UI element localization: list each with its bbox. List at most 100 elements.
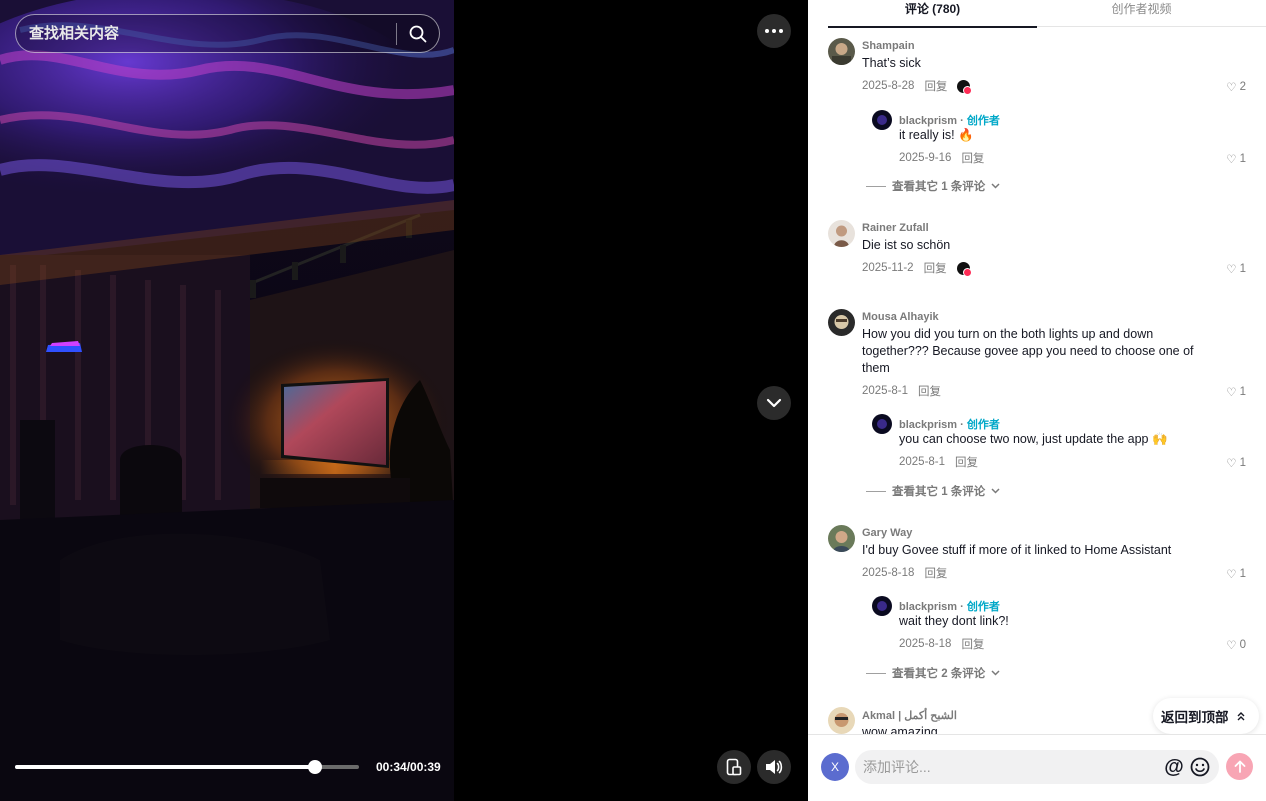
view-more-label: 查看其它 1 条评论 <box>892 181 986 193</box>
like-button[interactable]: ♡ 1 <box>1226 152 1246 166</box>
comment-username[interactable]: Shampain <box>862 40 915 52</box>
volume-button[interactable] <box>757 750 791 784</box>
reply-button[interactable]: 回复 <box>924 565 947 581</box>
reply-text: you can choose two now, just update the … <box>899 432 1168 446</box>
like-count: 1 <box>1239 153 1246 165</box>
search-button[interactable] <box>397 15 439 52</box>
video-progress-bar[interactable] <box>15 760 359 774</box>
emoji-button[interactable] <box>1187 754 1213 780</box>
time-display: 00:34/00:39 <box>376 760 441 774</box>
like-button[interactable]: ♡ 2 <box>1226 80 1246 94</box>
avatar[interactable] <box>872 110 892 130</box>
user-avatar[interactable]: X <box>821 753 849 781</box>
comment-field[interactable]: @ <box>855 750 1219 784</box>
chevron-down-icon <box>766 398 782 408</box>
view-more-replies-button[interactable]: 查看其它 2 条评论 <box>866 665 1000 681</box>
heart-icon: ♡ <box>1226 458 1237 470</box>
reply-date: 2025-8-1 <box>899 456 946 468</box>
avatar[interactable] <box>828 309 855 336</box>
progress-thumb[interactable] <box>307 760 322 774</box>
emoji-icon <box>1190 757 1210 777</box>
search-bar[interactable] <box>15 14 440 53</box>
like-button[interactable]: ♡ 1 <box>1226 567 1246 581</box>
comment-text: That’s sick <box>862 56 921 70</box>
reply-username-link[interactable]: blackprism <box>899 601 957 613</box>
heart-icon: ♡ <box>1226 387 1237 399</box>
comment-text: Die ist so schön <box>862 238 951 252</box>
avatar[interactable] <box>828 220 855 247</box>
more-dots-icon <box>765 29 783 33</box>
divider-line <box>866 490 886 492</box>
divider-line <box>866 185 886 187</box>
like-button[interactable]: ♡ 1 <box>1226 385 1246 399</box>
chevron-down-icon <box>991 488 1000 494</box>
reply-button[interactable]: 回复 <box>924 78 947 94</box>
like-count: 1 <box>1239 263 1246 275</box>
video-frame[interactable]: 00:34/00:39 <box>0 0 454 801</box>
comment-username[interactable]: Akmal | الشبح أكمل <box>862 709 957 722</box>
creator-tag: 创作者 <box>966 115 1000 127</box>
comment-list[interactable]: Shampain That’s sick 2025-8-28 回复 ♡ 2 bla… <box>808 28 1266 734</box>
reply-button[interactable]: 回复 <box>961 150 984 166</box>
reply-meta: 2025-9-16 回复 <box>899 150 984 166</box>
avatar[interactable] <box>872 596 892 616</box>
avatar[interactable] <box>872 414 892 434</box>
avatar[interactable] <box>828 707 855 734</box>
comment-meta: 2025-11-2 回复 <box>862 260 972 277</box>
comment-date: 2025-11-2 <box>862 262 914 274</box>
comment-date: 2025-8-28 <box>862 80 915 92</box>
mention-icon[interactable]: @ <box>1161 754 1187 780</box>
comment-username[interactable]: Mousa Alhayik <box>862 311 939 323</box>
send-button[interactable] <box>1226 753 1253 780</box>
video-player[interactable]: 00:34/00:39 <box>0 0 808 801</box>
comment-input[interactable] <box>855 759 1161 775</box>
comment-date: 2025-8-18 <box>862 567 915 579</box>
picture-in-picture-button[interactable] <box>717 750 751 784</box>
comments-panel: 评论 (780) 创作者视频 Shampain That’s sick 2025… <box>808 0 1266 801</box>
search-icon <box>409 25 427 42</box>
reply-username-link[interactable]: blackprism <box>899 115 957 127</box>
reply-button[interactable]: 回复 <box>924 260 947 276</box>
search-input[interactable] <box>16 25 396 42</box>
comment-text: How you did you turn on the both lights … <box>862 327 1194 375</box>
reply-meta: 2025-8-1 回复 <box>899 454 978 470</box>
heart-icon: ♡ <box>1226 640 1237 652</box>
reply-button[interactable]: 回复 <box>955 454 978 470</box>
back-to-top-label: 返回到顶部 <box>1161 710 1229 725</box>
panel-tabs: 评论 (780) 创作者视频 <box>828 0 1266 28</box>
comment-username[interactable]: Gary Way <box>862 527 912 539</box>
like-button[interactable]: ♡ 0 <box>1226 638 1246 652</box>
more-options-button[interactable] <box>757 14 791 48</box>
double-chevron-up-icon <box>1237 711 1244 720</box>
next-video-button[interactable] <box>757 386 791 420</box>
comment-composer: X @ <box>808 734 1266 801</box>
like-count: 1 <box>1239 386 1246 398</box>
like-count: 2 <box>1239 81 1246 93</box>
heart-icon: ♡ <box>1226 154 1237 166</box>
like-button[interactable]: ♡ 1 <box>1226 262 1246 276</box>
like-button[interactable]: ♡ 1 <box>1226 456 1246 470</box>
heart-icon: ♡ <box>1226 569 1237 581</box>
creator-liked-icon <box>957 79 973 95</box>
comment-meta: 2025-8-18 回复 <box>862 565 947 581</box>
tab-comments[interactable]: 评论 (780) <box>828 0 1037 28</box>
like-count: 1 <box>1239 568 1246 580</box>
reply-username: blackprism · 创作者 <box>899 419 1000 431</box>
avatar[interactable] <box>828 38 855 65</box>
view-more-replies-button[interactable]: 查看其它 1 条评论 <box>866 483 1000 499</box>
avatar[interactable] <box>828 525 855 552</box>
comment-meta: 2025-8-28 回复 <box>862 78 973 95</box>
reply-meta: 2025-8-18 回复 <box>899 636 984 652</box>
reply-username-link[interactable]: blackprism <box>899 419 957 431</box>
comment-username[interactable]: Rainer Zufall <box>862 222 929 234</box>
reply-button[interactable]: 回复 <box>918 383 941 399</box>
view-more-replies-button[interactable]: 查看其它 1 条评论 <box>866 178 1000 194</box>
tab-creator-videos[interactable]: 创作者视频 <box>1037 0 1246 26</box>
comment-text: wow amazing <box>862 725 938 734</box>
reply-button[interactable]: 回复 <box>961 636 984 652</box>
creator-tag: 创作者 <box>966 419 1000 431</box>
reply-text: wait they dont link?! <box>899 614 1009 628</box>
back-to-top-button[interactable]: 返回到顶部 <box>1153 698 1259 734</box>
reply-username: blackprism · 创作者 <box>899 601 1000 613</box>
reply-text: it really is! 🔥 <box>899 128 974 142</box>
